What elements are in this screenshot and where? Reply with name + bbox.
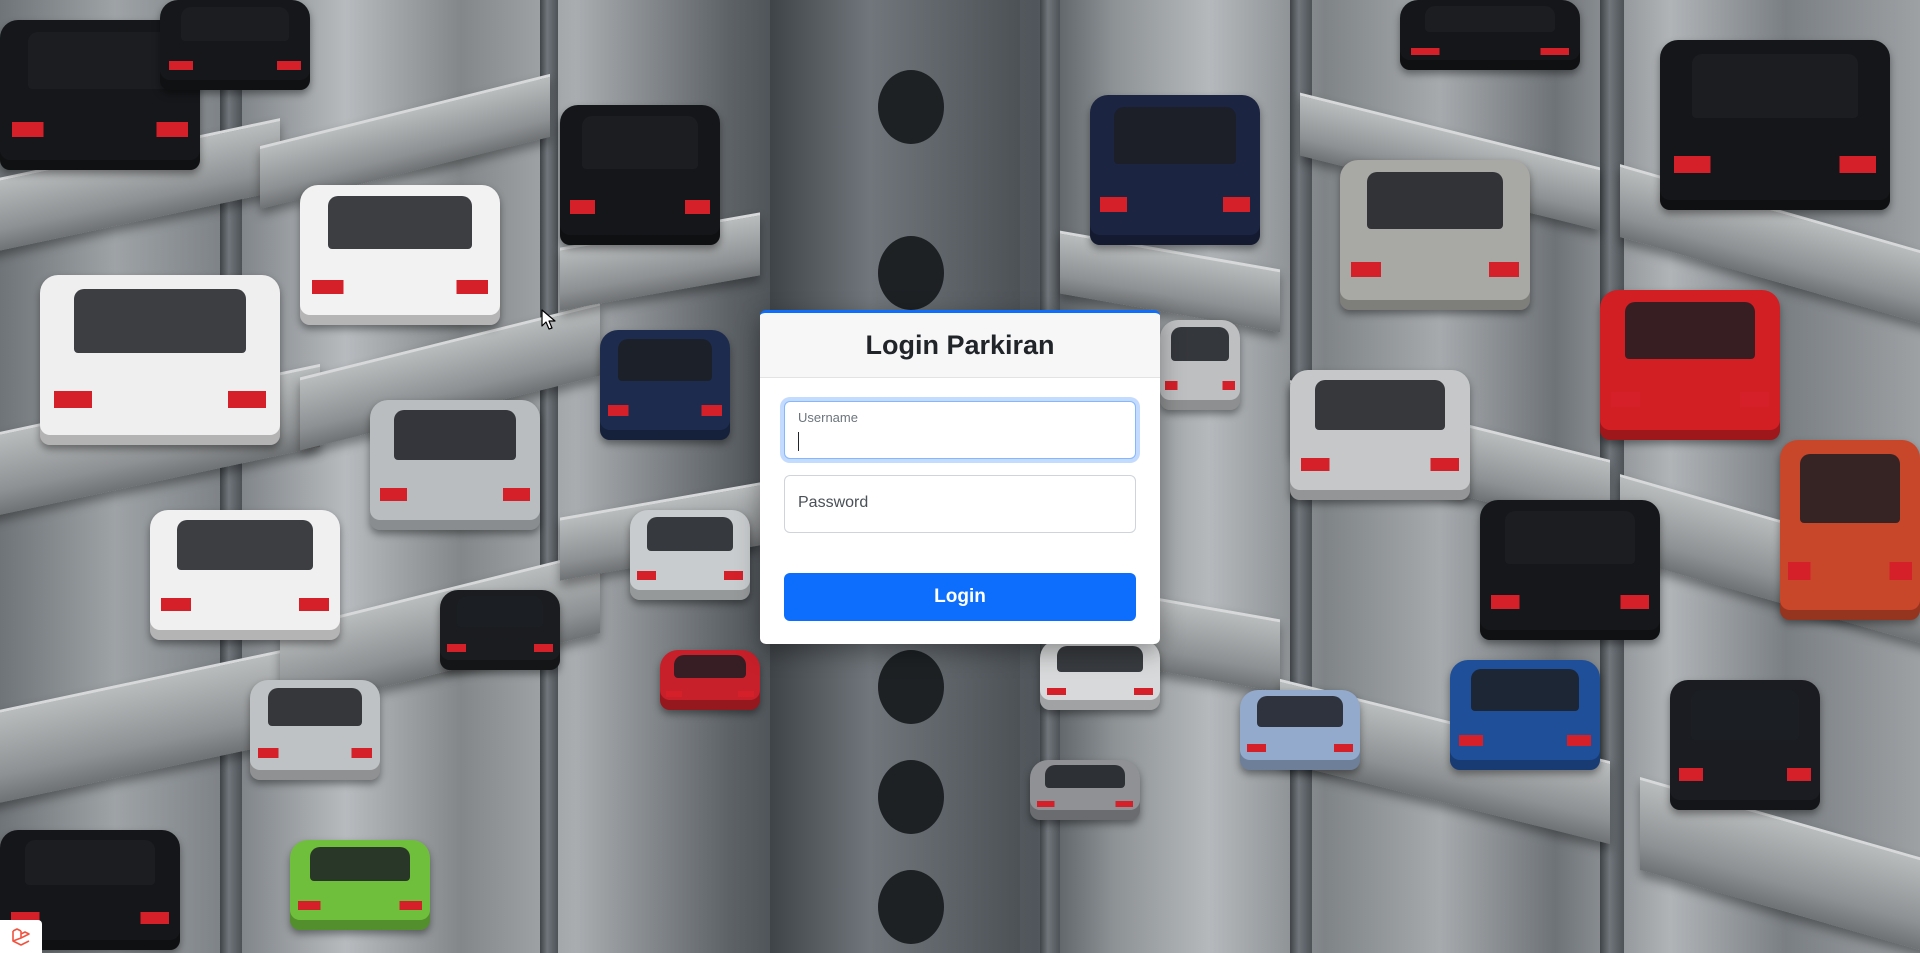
card-header: Login Parkiran bbox=[760, 313, 1160, 378]
login-form: Username Password Login bbox=[760, 378, 1160, 621]
parked-car bbox=[1040, 640, 1160, 710]
page-title: Login Parkiran bbox=[865, 329, 1055, 360]
password-field[interactable]: Password bbox=[784, 475, 1136, 533]
password-input[interactable] bbox=[797, 500, 1123, 524]
parked-car bbox=[250, 680, 380, 780]
parked-car bbox=[560, 105, 720, 245]
login-card: Login Parkiran Username Password Login bbox=[760, 310, 1160, 644]
parked-car bbox=[1030, 760, 1140, 820]
laravel-logo-icon bbox=[12, 927, 30, 946]
corner-badge[interactable] bbox=[0, 920, 42, 953]
parked-car bbox=[1450, 660, 1600, 770]
parked-car bbox=[150, 510, 340, 640]
parked-car bbox=[40, 275, 280, 445]
parked-car bbox=[630, 510, 750, 600]
parked-car bbox=[370, 400, 540, 530]
text-caret bbox=[798, 432, 799, 451]
parked-car bbox=[1160, 320, 1240, 410]
username-input[interactable] bbox=[797, 426, 1123, 450]
pillar-hole bbox=[878, 650, 944, 724]
pillar-hole bbox=[878, 70, 944, 144]
parked-car bbox=[600, 330, 730, 440]
parked-car bbox=[1090, 95, 1260, 245]
parked-car bbox=[300, 185, 500, 325]
parked-car bbox=[1290, 370, 1470, 500]
parked-car bbox=[1600, 290, 1780, 440]
parked-car bbox=[1240, 690, 1360, 770]
parked-car bbox=[1480, 500, 1660, 640]
pillar-hole bbox=[878, 236, 944, 310]
parked-car bbox=[1670, 680, 1820, 810]
parked-car bbox=[660, 650, 760, 710]
parked-car bbox=[290, 840, 430, 930]
steel-pole bbox=[540, 0, 558, 953]
pillar-hole bbox=[878, 760, 944, 834]
arrow-cursor-icon bbox=[541, 309, 556, 330]
parked-car bbox=[440, 590, 560, 670]
parked-car bbox=[1400, 0, 1580, 70]
username-label: Username bbox=[798, 410, 858, 425]
parked-car bbox=[1340, 160, 1530, 310]
parked-car bbox=[160, 0, 310, 90]
username-field[interactable]: Username bbox=[784, 401, 1136, 459]
parked-car bbox=[1780, 440, 1920, 620]
parked-car bbox=[1660, 40, 1890, 210]
pillar-hole bbox=[878, 870, 944, 944]
login-button[interactable]: Login bbox=[784, 573, 1136, 621]
